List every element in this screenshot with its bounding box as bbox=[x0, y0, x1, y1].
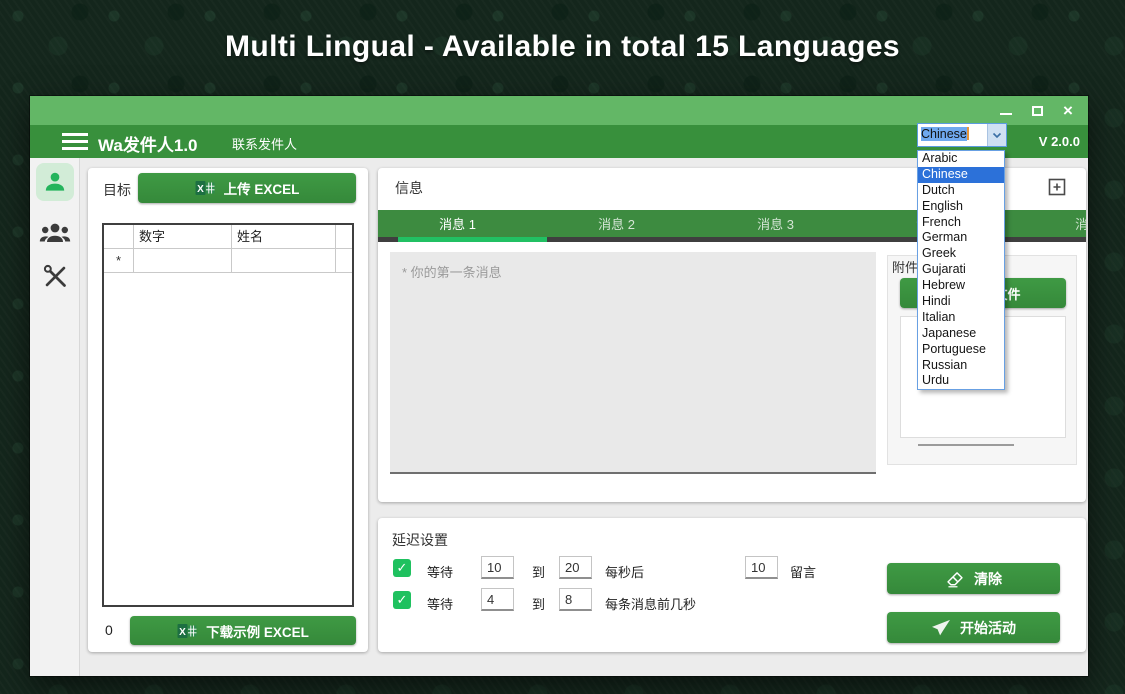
language-dropdown-list: Arabic Chinese Dutch English French Germ… bbox=[917, 150, 1005, 390]
close-icon: × bbox=[1063, 102, 1073, 119]
delay-checkbox-1[interactable]: ✓ bbox=[393, 559, 411, 577]
language-option[interactable]: Greek bbox=[918, 246, 1004, 262]
combo-dropdown-button[interactable] bbox=[987, 124, 1006, 146]
to-label-1: 到 bbox=[532, 562, 545, 581]
tab-message-3[interactable]: 消息 3 bbox=[696, 210, 855, 237]
language-option[interactable]: Arabic bbox=[918, 151, 1004, 167]
banner-title: Multi Lingual - Available in total 15 La… bbox=[0, 30, 1125, 64]
language-option[interactable]: Urdu bbox=[918, 373, 1004, 389]
tab-message-2[interactable]: 消息 2 bbox=[537, 210, 696, 237]
active-tab-indicator bbox=[398, 237, 547, 242]
maximize-icon bbox=[1032, 106, 1043, 116]
language-option[interactable]: Russian bbox=[918, 358, 1004, 374]
table-cell-number[interactable] bbox=[134, 249, 232, 272]
messages-per-input[interactable] bbox=[745, 556, 778, 579]
svg-text:X: X bbox=[197, 184, 204, 195]
wait-label-1: 等待 bbox=[427, 562, 453, 581]
language-option[interactable]: French bbox=[918, 215, 1004, 231]
sidebar bbox=[30, 158, 80, 676]
delay-from-input-2[interactable] bbox=[481, 588, 514, 611]
language-select-value: Chinese bbox=[918, 124, 987, 146]
window-titlebar: × bbox=[30, 96, 1088, 125]
download-sample-excel-label: 下载示例 EXCEL bbox=[206, 621, 309, 641]
upload-excel-button[interactable]: X 上传 EXCEL bbox=[138, 173, 356, 203]
clear-label: 清除 bbox=[974, 569, 1002, 589]
close-button[interactable]: × bbox=[1061, 104, 1075, 118]
language-option[interactable]: Gujarati bbox=[918, 262, 1004, 278]
excel-icon: X bbox=[195, 180, 215, 196]
column-header-name: 姓名 bbox=[232, 225, 336, 248]
chevron-down-icon bbox=[992, 132, 1002, 139]
table-header-row: 数字 姓名 bbox=[104, 225, 352, 249]
version-label: V 2.0.0 bbox=[1039, 134, 1080, 149]
language-option[interactable]: Italian bbox=[918, 310, 1004, 326]
minimize-icon bbox=[1000, 113, 1012, 115]
upload-excel-label: 上传 EXCEL bbox=[224, 178, 300, 198]
add-message-button[interactable] bbox=[1046, 176, 1068, 198]
clear-button[interactable]: 清除 bbox=[887, 563, 1060, 594]
sidebar-item-tools[interactable] bbox=[30, 263, 80, 290]
delay-settings-panel: 延迟设置 ✓ 等待 到 每秒后 留言 ✓ 等待 到 每条消息前几秒 bbox=[378, 518, 1086, 652]
row-selector-header bbox=[104, 225, 134, 248]
start-campaign-button[interactable]: 开始活动 bbox=[887, 612, 1060, 643]
check-icon: ✓ bbox=[397, 592, 408, 608]
check-icon: ✓ bbox=[397, 560, 408, 576]
eraser-icon bbox=[945, 570, 965, 588]
language-option[interactable]: Hebrew bbox=[918, 278, 1004, 294]
targets-panel: 目标 X 上传 EXCEL 数字 姓名 bbox=[88, 168, 368, 652]
targets-table: 数字 姓名 * bbox=[102, 223, 354, 607]
messages-title: 信息 bbox=[395, 178, 423, 198]
sidebar-item-contacts[interactable] bbox=[30, 218, 80, 248]
language-option[interactable]: German bbox=[918, 230, 1004, 246]
table-cell-name[interactable] bbox=[232, 249, 336, 272]
column-header-number: 数字 bbox=[134, 225, 232, 248]
menu-button[interactable] bbox=[62, 133, 88, 150]
screen: Multi Lingual - Available in total 15 La… bbox=[0, 0, 1125, 694]
delay-suffix-1: 每秒后 bbox=[605, 562, 644, 581]
wait-label-2: 等待 bbox=[427, 594, 453, 613]
group-icon bbox=[39, 218, 71, 248]
svg-text:X: X bbox=[179, 627, 186, 638]
new-row-marker: * bbox=[104, 249, 134, 272]
delay-to-input-2[interactable] bbox=[559, 588, 592, 611]
plus-box-icon bbox=[1047, 177, 1067, 197]
language-option[interactable]: Dutch bbox=[918, 183, 1004, 199]
language-option[interactable]: Hindi bbox=[918, 294, 1004, 310]
text-caret bbox=[967, 127, 969, 140]
sidebar-item-single-sender[interactable] bbox=[30, 163, 80, 201]
delay-from-input-1[interactable] bbox=[481, 556, 514, 579]
tab-message-1[interactable]: 消息 1 bbox=[378, 210, 537, 237]
attachment-label: 附件 bbox=[892, 257, 918, 276]
language-option[interactable]: English bbox=[918, 199, 1004, 215]
delay-settings-title: 延迟设置 bbox=[392, 530, 448, 550]
tab-message-5[interactable]: 消息 5 bbox=[1014, 210, 1086, 237]
tools-icon bbox=[42, 263, 69, 290]
targets-count: 0 bbox=[105, 622, 113, 638]
message-input[interactable] bbox=[390, 252, 876, 474]
start-campaign-label: 开始活动 bbox=[960, 618, 1016, 638]
language-option[interactable]: Portuguese bbox=[918, 342, 1004, 358]
person-icon bbox=[42, 169, 68, 195]
send-icon bbox=[931, 619, 951, 637]
hamburger-icon bbox=[62, 133, 88, 136]
table-row: * bbox=[104, 249, 352, 273]
delay-suffix-2: 每条消息前几秒 bbox=[605, 594, 696, 613]
messages-per-label: 留言 bbox=[790, 562, 816, 581]
app-title: Wa发件人1.0 bbox=[98, 131, 198, 156]
to-label-2: 到 bbox=[532, 594, 545, 613]
language-option-selected[interactable]: Chinese bbox=[918, 167, 1004, 183]
language-select[interactable]: Chinese bbox=[917, 123, 1007, 147]
window-controls: × bbox=[999, 96, 1075, 125]
app-window: × Wa发件人1.0 联系发件人 V 2.0.0 Chinese Arabic … bbox=[30, 96, 1088, 676]
delay-checkbox-2[interactable]: ✓ bbox=[393, 591, 411, 609]
contact-sender-link[interactable]: 联系发件人 bbox=[232, 134, 297, 153]
targets-title: 目标 bbox=[103, 180, 131, 200]
download-sample-excel-button[interactable]: X 下载示例 EXCEL bbox=[130, 616, 356, 645]
excel-icon: X bbox=[177, 623, 197, 639]
language-option[interactable]: Japanese bbox=[918, 326, 1004, 342]
delay-to-input-1[interactable] bbox=[559, 556, 592, 579]
divider bbox=[918, 444, 1014, 446]
maximize-button[interactable] bbox=[1030, 104, 1044, 118]
minimize-button[interactable] bbox=[999, 104, 1013, 118]
